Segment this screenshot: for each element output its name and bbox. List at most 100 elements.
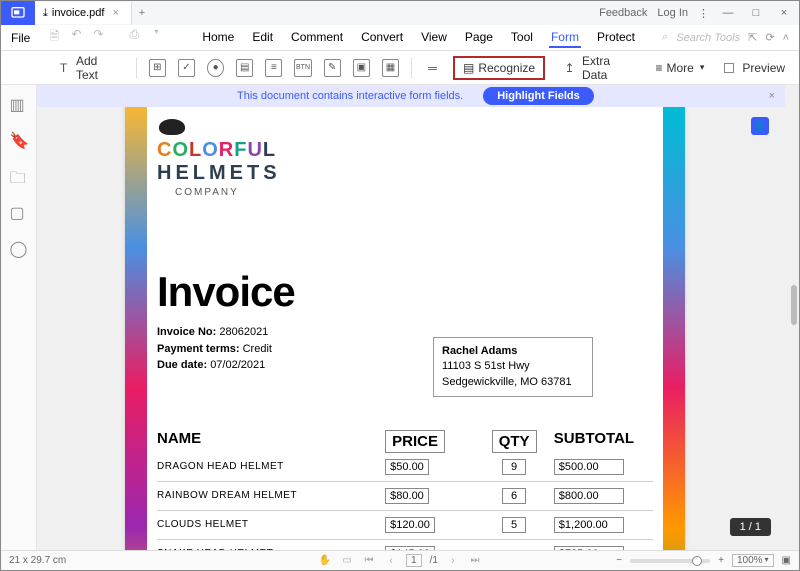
kebab-icon[interactable]: ⋮ [698,7,709,20]
date-field-icon[interactable]: ▦ [382,59,399,77]
col-name-header: NAME [157,430,385,453]
item-qty-field[interactable]: 9 [502,459,526,475]
add-text-label: Add Text [76,54,120,82]
search-tools-input[interactable]: Search Tools [676,32,740,44]
share-icon[interactable]: ⇱ [748,31,757,44]
menu-form[interactable]: Form [549,28,581,48]
fit-page-icon[interactable]: ▣ [782,555,791,566]
item-name: DRAGON HEAD HELMET [157,461,385,472]
brand-name-line2: HELMETS [157,162,653,185]
col-qty-header[interactable]: QTY [492,430,537,453]
more-button[interactable]: ≡ More [651,59,708,77]
item-qty-field[interactable]: 5 [502,517,526,533]
notice-text: This document contains interactive form … [237,90,463,102]
checkbox-icon[interactable]: ✓ [178,59,195,77]
recognize-button[interactable]: ▤ Recognize [453,56,545,80]
tab-close-icon[interactable]: × [108,7,122,19]
document-tab[interactable]: ⤓ invoice.pdf × [35,2,132,24]
signature-icon[interactable]: ✎ [324,59,341,77]
zoom-in-icon[interactable]: + [718,555,724,566]
item-price-field[interactable]: $80.00 [385,488,429,504]
preview-toggle[interactable]: Preview [720,59,789,77]
items-table: NAME PRICE QTY SUBTOTAL DRAGON HEAD HELM… [157,430,653,551]
menu-tool[interactable]: Tool [509,28,535,48]
item-subtotal-field[interactable]: $500.00 [554,459,624,475]
tab-add-button[interactable]: + [132,7,152,19]
qat-undo-icon[interactable]: ↶ [68,27,84,48]
page-number-input[interactable]: 1 [406,554,422,567]
app-logo [1,1,35,25]
login-link[interactable]: Log In [657,7,688,19]
menu-edit[interactable]: Edit [250,28,275,48]
zoom-select[interactable]: 100%▾ [732,554,774,567]
col-price-header[interactable]: PRICE [385,430,445,453]
qat-save-icon[interactable]: 🗎 [46,27,62,48]
fields-panel-icon[interactable]: ▢ [10,203,28,221]
item-subtotal-field[interactable]: $800.00 [554,488,624,504]
qat-print-icon[interactable]: ⎙ [126,27,142,48]
recognize-label: Recognize [478,61,535,75]
bill-line2: Sedgewickville, MO 63781 [442,375,584,390]
attachments-panel-icon[interactable]: 🗀 [10,167,28,185]
more-label: More [667,61,694,75]
table-row: RAINBOW DREAM HELMET$80.006$800.00 [157,482,653,511]
listbox-icon[interactable]: ≡ [265,59,282,77]
zoom-slider[interactable] [630,559,710,563]
user-badge-icon[interactable]: 👤 [751,117,769,135]
qat-redo-icon[interactable]: ↷ [90,27,106,48]
hand-tool-icon[interactable]: ✋ [318,555,332,566]
bill-to-box[interactable]: Rachel Adams 11103 S 51st Hwy Sedgewickv… [433,337,593,397]
feedback-link[interactable]: Feedback [599,7,647,19]
terms-value: Credit [243,343,272,355]
thumbnails-panel-icon[interactable]: ▥ [10,95,28,113]
zoom-value: 100% [737,555,763,566]
item-price-field[interactable]: $120.00 [385,517,435,533]
menu-protect[interactable]: Protect [595,28,637,48]
qat-dropdown-icon[interactable]: ▾ [148,27,164,48]
select-tool-icon[interactable]: ▭ [340,555,354,566]
bill-line1: 11103 S 51st Hwy [442,359,584,374]
item-price-field[interactable]: $50.00 [385,459,429,475]
menu-comment[interactable]: Comment [289,28,345,48]
col-subtotal-header: SUBTOTAL [554,430,634,447]
menu-convert[interactable]: Convert [359,28,405,48]
document-viewport[interactable]: COLORFUL HELMETS COMPANY Invoice Invoice… [37,107,785,550]
extra-data-button[interactable]: ↥ Extra Data [557,52,639,84]
item-subtotal-field[interactable]: $1,200.00 [554,517,624,533]
due-label: Due date: [157,359,207,371]
bill-name: Rachel Adams [442,344,584,359]
search-icon[interactable]: ⌕ [662,31,668,44]
button-field-icon[interactable]: BTN [294,59,311,77]
menu-home[interactable]: Home [200,28,236,48]
prev-page-icon[interactable]: ‹ [384,555,398,566]
decor-stripe-right [663,107,685,550]
page-dimensions: 21 x 29.7 cm [9,555,66,566]
search-panel-icon[interactable]: ◯ [10,239,28,257]
zoom-out-icon[interactable]: − [616,555,622,566]
highlight-fields-button[interactable]: Highlight Fields [483,87,594,105]
vertical-scrollbar[interactable] [785,85,799,550]
first-page-icon[interactable]: ⏮ [362,555,376,566]
image-field-icon[interactable]: ▣ [353,59,370,77]
cloud-icon[interactable]: ⟳ [765,31,774,44]
preview-label: Preview [742,61,785,75]
textfield-icon[interactable]: ⊞ [149,59,166,77]
chevron-up-icon[interactable]: ˄ [783,32,789,44]
menu-view[interactable]: View [419,28,449,48]
zoom-slider-thumb[interactable] [692,556,702,566]
radio-icon[interactable]: ● [207,59,224,77]
combobox-icon[interactable]: ▤ [236,59,253,77]
scrollbar-thumb[interactable] [791,285,797,325]
menu-page[interactable]: Page [463,28,495,48]
bookmarks-panel-icon[interactable]: 🔖 [10,131,28,149]
next-page-icon[interactable]: › [446,555,460,566]
add-text-button[interactable]: T Add Text [51,52,124,84]
notice-close-icon[interactable]: × [769,90,775,102]
maximize-icon[interactable]: □ [747,4,765,22]
item-qty-field[interactable]: 6 [502,488,526,504]
file-menu[interactable]: File [1,31,40,45]
last-page-icon[interactable]: ⏭ [468,555,482,566]
close-icon[interactable]: × [775,4,793,22]
align-icon[interactable]: ═ [424,59,441,77]
minimize-icon[interactable]: — [719,4,737,22]
